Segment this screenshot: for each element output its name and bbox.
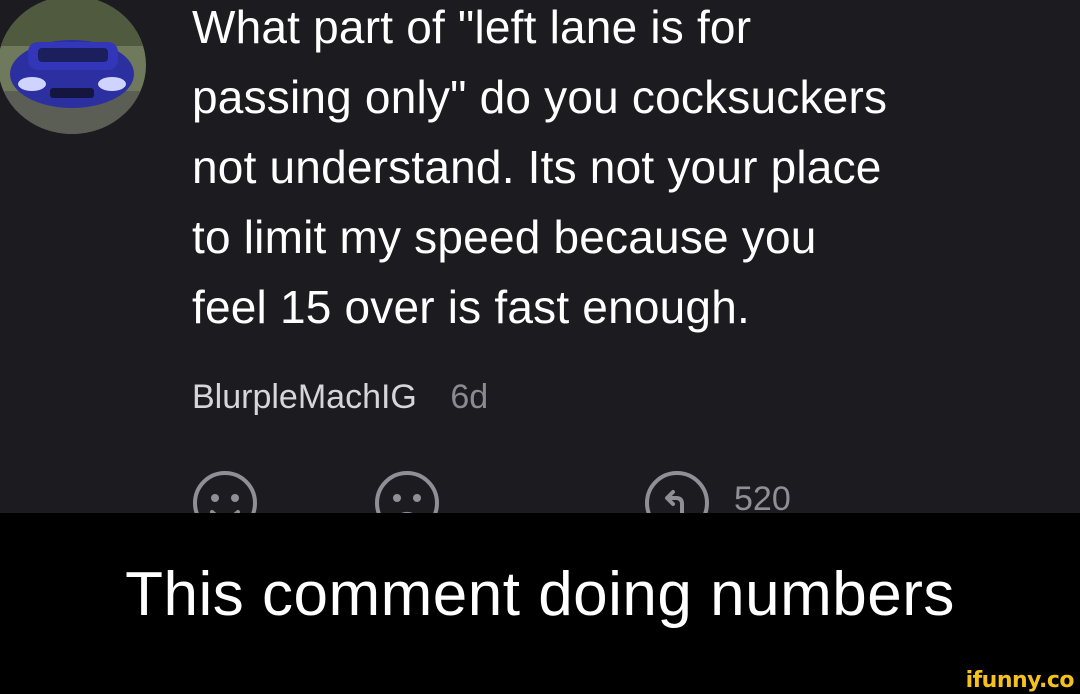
watermark-logo: ifunny.co [965, 668, 1075, 693]
frown-icon [375, 471, 439, 513]
reply-count: 520 [734, 480, 791, 513]
comment-age: 6d [450, 378, 489, 416]
dislike-button[interactable] [372, 468, 442, 513]
bottom-strip [0, 676, 1080, 694]
smile-icon [193, 471, 257, 513]
like-button[interactable] [190, 468, 260, 513]
comment-panel: What part of "left lane is for passing o… [0, 0, 1080, 513]
username[interactable]: BlurpleMachIG [192, 378, 417, 416]
caption-text: This comment doing numbers [125, 560, 955, 629]
comment-meta: BlurpleMachIG 6d [192, 374, 488, 420]
avatar[interactable] [0, 0, 146, 134]
reply-icon [645, 471, 709, 513]
comment-text: What part of "left lane is for passing o… [192, 1, 888, 333]
comment-actions: 520 [0, 462, 1080, 513]
caption-bar: This comment doing numbers [0, 513, 1080, 676]
reply-button[interactable] [642, 468, 712, 513]
avatar-image [0, 0, 146, 134]
